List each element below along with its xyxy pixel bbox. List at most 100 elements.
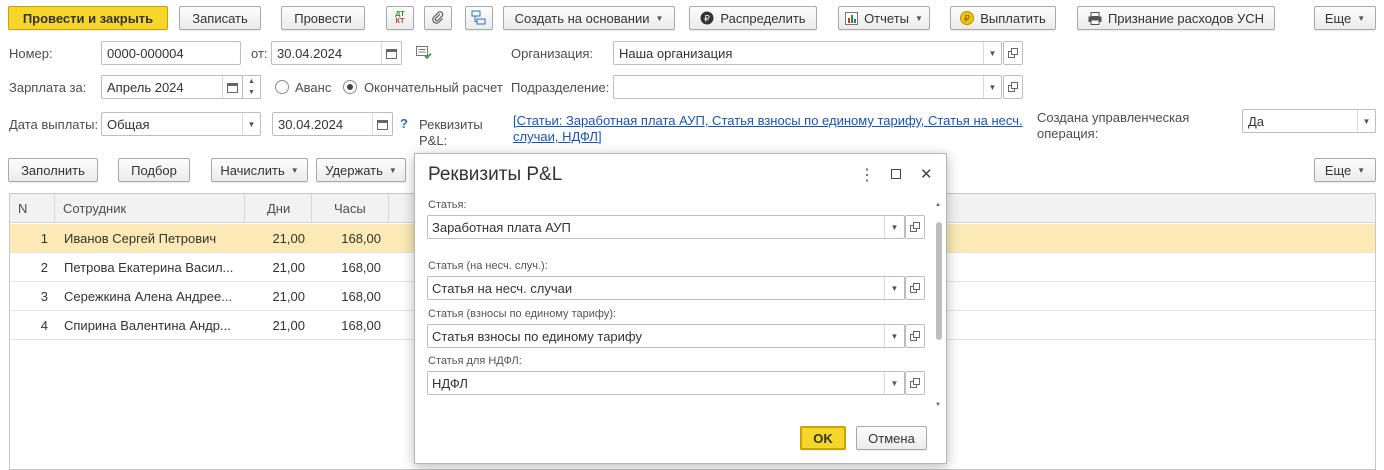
chevron-down-icon[interactable]: ▼ — [884, 372, 904, 394]
more-label: Еще — [1324, 10, 1352, 26]
row-number: 2 — [40, 260, 48, 275]
chevron-down-icon[interactable]: ▼ — [884, 216, 904, 238]
column-header-days[interactable]: Дни — [245, 194, 312, 223]
pl-requisites-link[interactable]: [Статьи: Заработная плата АУП, Статья вз… — [513, 113, 1028, 145]
article-field[interactable]: Заработная плата АУП ▼ — [427, 215, 905, 239]
chevron-down-icon[interactable]: ▼ — [248, 89, 255, 96]
accident-article-field[interactable]: Статья на несч. случаи ▼ — [427, 276, 905, 300]
post-button[interactable]: Провести — [281, 6, 365, 30]
help-icon[interactable]: ? — [400, 116, 408, 131]
pl-requisites-dialog[interactable]: Реквизиты P&L ⋮ ✕ Статья: Заработная пла… — [414, 153, 947, 464]
payment-date-type-value: Общая — [107, 116, 150, 132]
pay-button[interactable]: ₽ Выплатить — [950, 6, 1056, 30]
open-article-button[interactable] — [905, 215, 925, 239]
row-number: 4 — [40, 318, 48, 333]
create-based-on-label: Создать на основании — [514, 10, 650, 26]
open-ndfl-article-button[interactable] — [905, 371, 925, 395]
more-actions-icon[interactable]: ⋮ — [859, 165, 875, 185]
chevron-down-icon[interactable]: ▼ — [884, 277, 904, 299]
open-icon — [910, 283, 920, 293]
dt-kt-movements-button[interactable]: ДТ КТ — [386, 6, 414, 30]
usn-expenses-button[interactable]: Признание расходов УСН — [1077, 6, 1275, 30]
open-icon — [1008, 82, 1018, 92]
payment-date-type-field[interactable]: Общая ▼ — [101, 112, 261, 136]
cancel-button[interactable]: Отмена — [856, 426, 927, 450]
reports-button[interactable]: Отчеты ▼ — [838, 6, 930, 30]
distribute-button[interactable]: ₽ Распределить — [689, 6, 817, 30]
calendar-icon[interactable] — [222, 76, 242, 98]
dialog-scrollbar[interactable]: ▲ ▼ — [934, 202, 944, 412]
ndfl-article-field[interactable]: НДФЛ ▼ — [427, 371, 905, 395]
column-header-employee[interactable]: Сотрудник — [55, 194, 245, 223]
chevron-down-icon: ▼ — [655, 13, 664, 23]
contribution-article-field[interactable]: Статья взносы по единому тарифу ▼ — [427, 324, 905, 348]
bar-chart-icon — [845, 11, 859, 25]
number-field[interactable]: 0000-000004 — [101, 41, 241, 65]
calendar-icon[interactable] — [381, 42, 401, 64]
open-icon — [1008, 48, 1018, 58]
chevron-up-icon[interactable]: ▲ — [248, 78, 255, 85]
row-number: 3 — [40, 289, 48, 304]
open-department-button[interactable] — [1003, 75, 1023, 99]
open-contribution-article-button[interactable] — [905, 324, 925, 348]
department-field[interactable]: ▼ — [613, 75, 1002, 99]
open-accident-article-button[interactable] — [905, 276, 925, 300]
period-stepper[interactable]: ▲ ▼ — [243, 75, 261, 99]
advance-radio[interactable] — [275, 80, 289, 94]
table-more-button[interactable]: Еще ▼ — [1314, 158, 1376, 182]
organization-field[interactable]: Наша организация ▼ — [613, 41, 1002, 65]
date-label: от: — [251, 46, 268, 61]
cancel-label: Отмена — [868, 430, 915, 446]
article-value: Заработная плата АУП — [432, 219, 571, 235]
column-header-n[interactable]: N — [10, 194, 55, 223]
chevron-down-icon[interactable]: ▼ — [983, 76, 1001, 98]
ok-button[interactable]: OK — [800, 426, 846, 450]
maximize-icon[interactable] — [891, 169, 901, 179]
chevron-down-icon: ▼ — [1357, 165, 1366, 175]
open-organization-button[interactable] — [1003, 41, 1023, 65]
contribution-article-value: Статья взносы по единому тарифу — [432, 328, 642, 344]
structure-button[interactable] — [465, 6, 493, 30]
row-number: 1 — [40, 231, 48, 246]
date-value: 30.04.2024 — [277, 45, 343, 61]
select-button[interactable]: Подбор — [118, 158, 190, 182]
create-based-on-button[interactable]: Создать на основании ▼ — [503, 6, 675, 30]
ok-label: OK — [813, 430, 833, 446]
ruble-coin-icon: ₽ — [700, 11, 714, 25]
salary-period-field[interactable]: Апрель 2024 — [101, 75, 243, 99]
close-icon[interactable]: ✕ — [920, 165, 933, 183]
attach-files-button[interactable] — [424, 6, 452, 30]
post-and-close-button[interactable]: Провести и закрыть — [8, 6, 168, 30]
chevron-down-icon[interactable]: ▼ — [884, 325, 904, 347]
comment-icon[interactable] — [416, 46, 432, 63]
calendar-icon[interactable] — [372, 113, 392, 135]
withhold-button[interactable]: Удержать ▼ — [316, 158, 406, 182]
date-field[interactable]: 30.04.2024 — [271, 41, 402, 65]
final-calculation-radio[interactable] — [343, 80, 357, 94]
management-operation-field[interactable]: Да ▼ — [1242, 109, 1376, 133]
distribute-label: Распределить — [720, 10, 806, 26]
employee-name: Петрова Екатерина Васил... — [64, 260, 234, 275]
save-label: Записать — [192, 10, 248, 26]
chevron-down-icon: ▼ — [388, 165, 397, 175]
payment-date-field[interactable]: 30.04.2024 — [272, 112, 393, 136]
advance-label: Аванс — [295, 80, 332, 95]
accrue-button[interactable]: Начислить ▼ — [211, 158, 308, 182]
open-icon — [910, 378, 920, 388]
fill-label: Заполнить — [21, 162, 85, 178]
chevron-down-icon[interactable]: ▼ — [242, 113, 260, 135]
scroll-down-icon[interactable]: ▼ — [935, 402, 941, 408]
column-header-hours[interactable]: Часы — [312, 194, 389, 223]
post-label: Провести — [294, 10, 352, 26]
dialog-title: Реквизиты P&L — [428, 164, 563, 185]
dt-kt-icon: ДТ КТ — [395, 11, 405, 25]
fill-button[interactable]: Заполнить — [8, 158, 98, 182]
chevron-down-icon: ▼ — [290, 165, 299, 175]
more-button[interactable]: Еще ▼ — [1314, 6, 1376, 30]
chevron-down-icon[interactable]: ▼ — [983, 42, 1001, 64]
chevron-down-icon[interactable]: ▼ — [1357, 110, 1375, 132]
number-label: Номер: — [9, 46, 53, 61]
save-button[interactable]: Записать — [179, 6, 261, 30]
scrollbar-thumb[interactable] — [936, 222, 942, 340]
scroll-up-icon[interactable]: ▲ — [935, 202, 941, 208]
